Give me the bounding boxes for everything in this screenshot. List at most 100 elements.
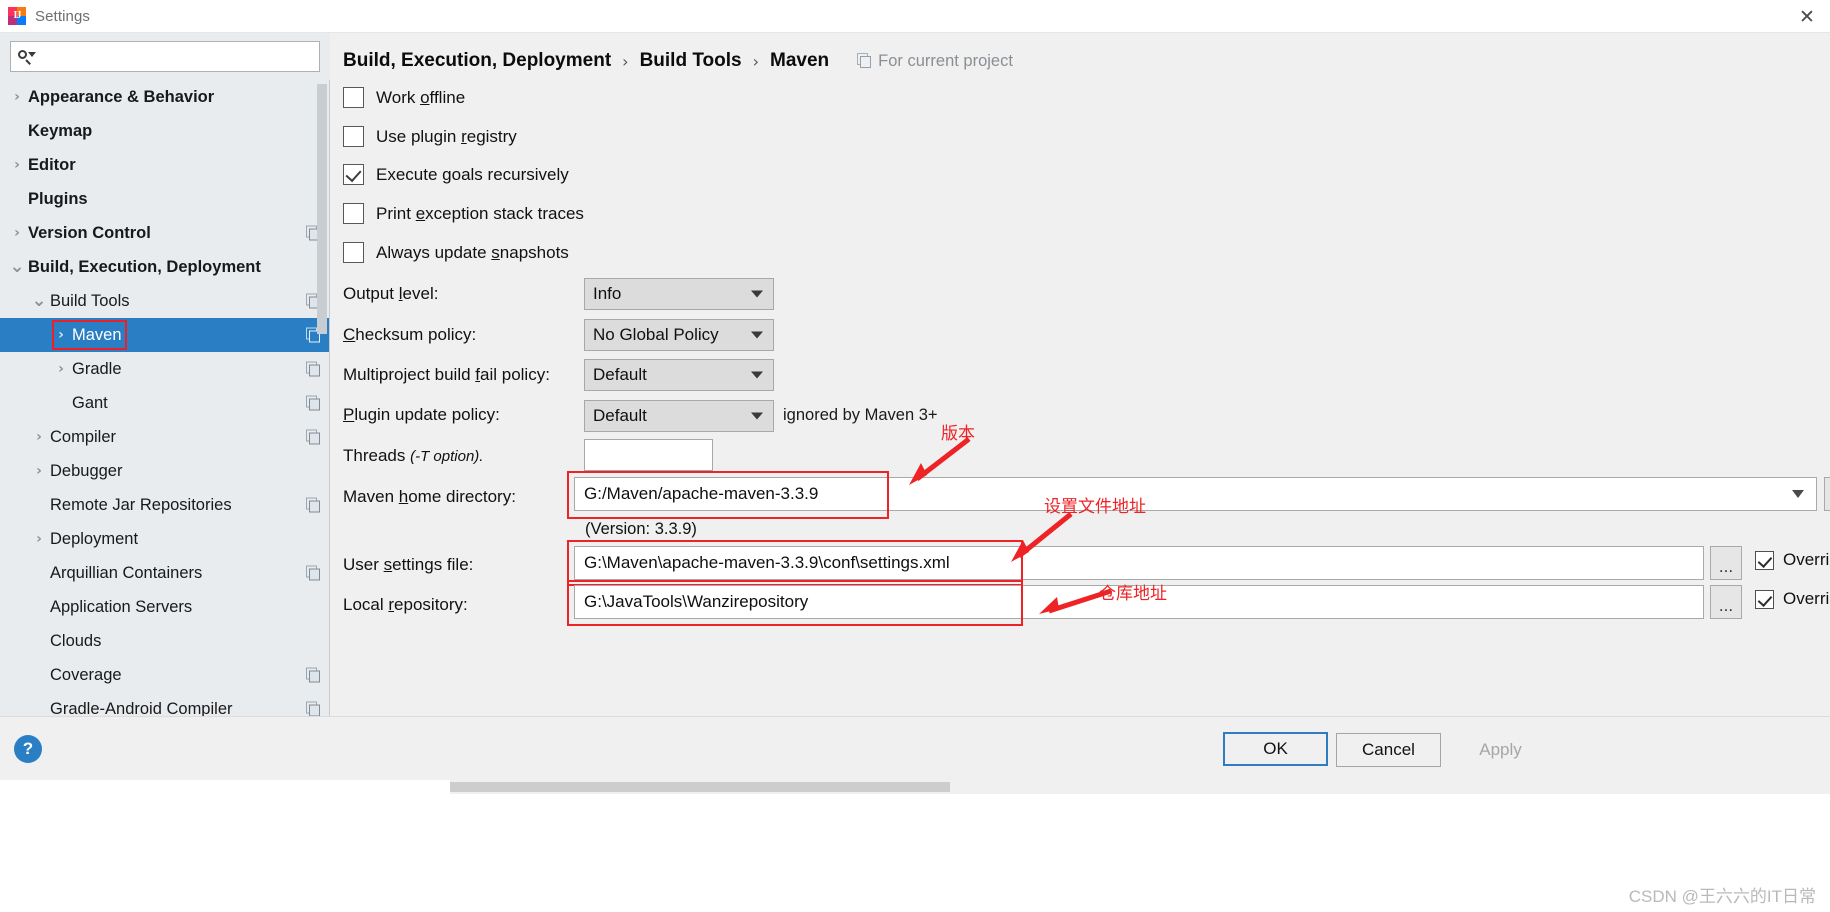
copy-settings-icon[interactable] (306, 701, 321, 716)
copy-settings-icon[interactable] (306, 361, 321, 377)
chevron-right-icon[interactable]: › (28, 463, 50, 479)
override-user-settings-checkbox[interactable]: Override (1755, 550, 1830, 570)
checkbox-label: Execute goals recursively (376, 164, 569, 184)
chevron-right-icon[interactable]: › (6, 225, 28, 241)
chevron-right-icon[interactable]: › (50, 327, 72, 343)
scrollbar-thumb[interactable] (450, 782, 950, 792)
sidebar-item-label: Deployment (50, 529, 139, 548)
sidebar-item-gant[interactable]: Gant (0, 386, 329, 420)
checkbox-box[interactable] (343, 164, 364, 185)
settings-sidebar[interactable]: › Appearance & Behavior Keymap › Editor Plu… (0, 80, 330, 716)
horizontal-scrollbar[interactable] (450, 780, 1830, 794)
sidebar-item-plugins[interactable]: Plugins (0, 182, 329, 216)
copy-settings-icon[interactable] (306, 429, 321, 445)
help-button[interactable]: ? (14, 735, 42, 763)
checkbox-print-exception-stack-traces[interactable]: Print exception stack traces (343, 203, 584, 224)
copy-settings-icon[interactable] (306, 497, 321, 513)
sidebar-item-deployment[interactable]: › Deployment (0, 522, 329, 556)
copy-settings-icon[interactable] (306, 565, 321, 581)
sidebar-item-compiler[interactable]: › Compiler (0, 420, 329, 454)
chevron-right-icon[interactable]: › (28, 429, 50, 445)
checkbox-work-offline[interactable]: Work offline (343, 87, 465, 108)
close-icon[interactable]: ✕ (1784, 0, 1830, 33)
combo-plugin-update-policy[interactable]: Default (584, 400, 774, 432)
sidebar-item-appearance-behavior[interactable]: › Appearance & Behavior (0, 80, 329, 114)
apply-button[interactable]: Apply (1448, 733, 1553, 767)
sidebar-item-label: Debugger (50, 461, 123, 480)
sidebar-item-gradle-android-compiler[interactable]: Gradle-Android Compiler (0, 692, 329, 716)
local-repository-browse-button[interactable]: ... (1710, 585, 1742, 619)
sidebar-item-gradle[interactable]: › Gradle (0, 352, 329, 386)
sidebar-item-label: Maven (72, 325, 122, 344)
combo-checksum-policy[interactable]: No Global Policy (584, 319, 774, 351)
sidebar-item-label: Plugins (28, 189, 88, 208)
override-label: Override (1783, 589, 1830, 608)
sidebar-item-application-servers[interactable]: Application Servers (0, 590, 329, 624)
checkbox-use-plugin-registry[interactable]: Use plugin registry (343, 126, 517, 147)
sidebar-item-label: Gradle (72, 359, 122, 378)
sidebar-item-maven[interactable]: › Maven (0, 318, 329, 352)
checkbox-box[interactable] (343, 126, 364, 147)
breadcrumb: Build, Execution, Deployment › Build Too… (343, 45, 1013, 77)
breadcrumb-segment-3[interactable]: Maven (770, 50, 829, 72)
settings-dialog: IJ Settings ✕ › Appearance & Behavior Key… (0, 0, 1830, 912)
label-multiproject-build-fail-policy: Multiproject build fail policy: (343, 365, 550, 384)
sidebar-item-clouds[interactable]: Clouds (0, 624, 329, 658)
chevron-right-icon[interactable]: › (28, 531, 50, 547)
sidebar-item-build-execution-deployment[interactable]: ⌄ Build, Execution, Deployment (0, 250, 329, 284)
annotation-repository-path: 仓库地址 (1099, 584, 1167, 604)
search-input[interactable] (36, 43, 319, 70)
checkbox-box[interactable] (1755, 589, 1774, 609)
watermark: CSDN @王六六的IT日常 (1628, 887, 1816, 906)
label-threads: Threads (-T option). (343, 446, 483, 466)
user-settings-file-input[interactable]: G:\Maven\apache-maven-3.3.9\conf\setting… (574, 546, 1704, 580)
sidebar-item-label: Remote Jar Repositories (50, 495, 232, 514)
chevron-right-icon[interactable]: › (50, 361, 72, 377)
chevron-down-icon[interactable]: ⌄ (28, 292, 50, 310)
sidebar-item-remote-jar-repositories[interactable]: Remote Jar Repositories (0, 488, 329, 522)
override-local-repository-checkbox[interactable]: Override (1755, 589, 1830, 609)
sidebar-item-version-control[interactable]: › Version Control (0, 216, 329, 250)
sidebar-item-build-tools[interactable]: ⌄ Build Tools (0, 284, 329, 318)
chevron-right-icon[interactable]: › (6, 157, 28, 173)
search-box[interactable] (10, 41, 320, 72)
checkbox-box[interactable] (343, 203, 364, 224)
chevron-down-icon[interactable]: ⌄ (6, 258, 28, 276)
breadcrumb-segment-1[interactable]: Build, Execution, Deployment (343, 50, 611, 72)
sidebar-item-label: Arquillian Containers (50, 563, 203, 582)
chevron-down-icon (751, 412, 763, 420)
breadcrumb-segment-2[interactable]: Build Tools (640, 50, 742, 72)
sidebar-item-label: Application Servers (50, 597, 193, 616)
checkbox-box[interactable] (1755, 550, 1774, 570)
sidebar-item-editor[interactable]: › Editor (0, 148, 329, 182)
annotation-settings-file-path: 设置文件地址 (1044, 497, 1146, 517)
combo-multiproject-build-fail-policy[interactable]: Default (584, 359, 774, 391)
chevron-right-icon[interactable]: › (6, 89, 28, 105)
threads-input[interactable] (584, 439, 713, 471)
maven-home-directory-input[interactable]: G:/Maven/apache-maven-3.3.9 (574, 477, 1817, 511)
checkbox-box[interactable] (343, 242, 364, 263)
user-settings-browse-button[interactable]: ... (1710, 546, 1742, 580)
sidebar-item-debugger[interactable]: › Debugger (0, 454, 329, 488)
cancel-button[interactable]: Cancel (1336, 733, 1441, 767)
checkbox-always-update-snapshots[interactable]: Always update snapshots (343, 242, 569, 263)
checkbox-box[interactable] (343, 87, 364, 108)
sidebar-item-coverage[interactable]: Coverage (0, 658, 329, 692)
copy-settings-icon[interactable] (306, 667, 321, 683)
maven-home-browse-button[interactable]: ... (1824, 477, 1830, 511)
combo-output-level[interactable]: Info (584, 278, 774, 310)
override-label: Override (1783, 550, 1830, 569)
sidebar-item-arquillian-containers[interactable]: Arquillian Containers (0, 556, 329, 590)
checkbox-execute-goals-recursively[interactable]: Execute goals recursively (343, 164, 569, 185)
sidebar-scrollbar[interactable] (317, 84, 327, 334)
combo-value: No Global Policy (593, 325, 719, 344)
sidebar-item-keymap[interactable]: Keymap (0, 114, 329, 148)
ok-button[interactable]: OK (1223, 732, 1328, 766)
copy-settings-icon[interactable] (306, 395, 321, 411)
